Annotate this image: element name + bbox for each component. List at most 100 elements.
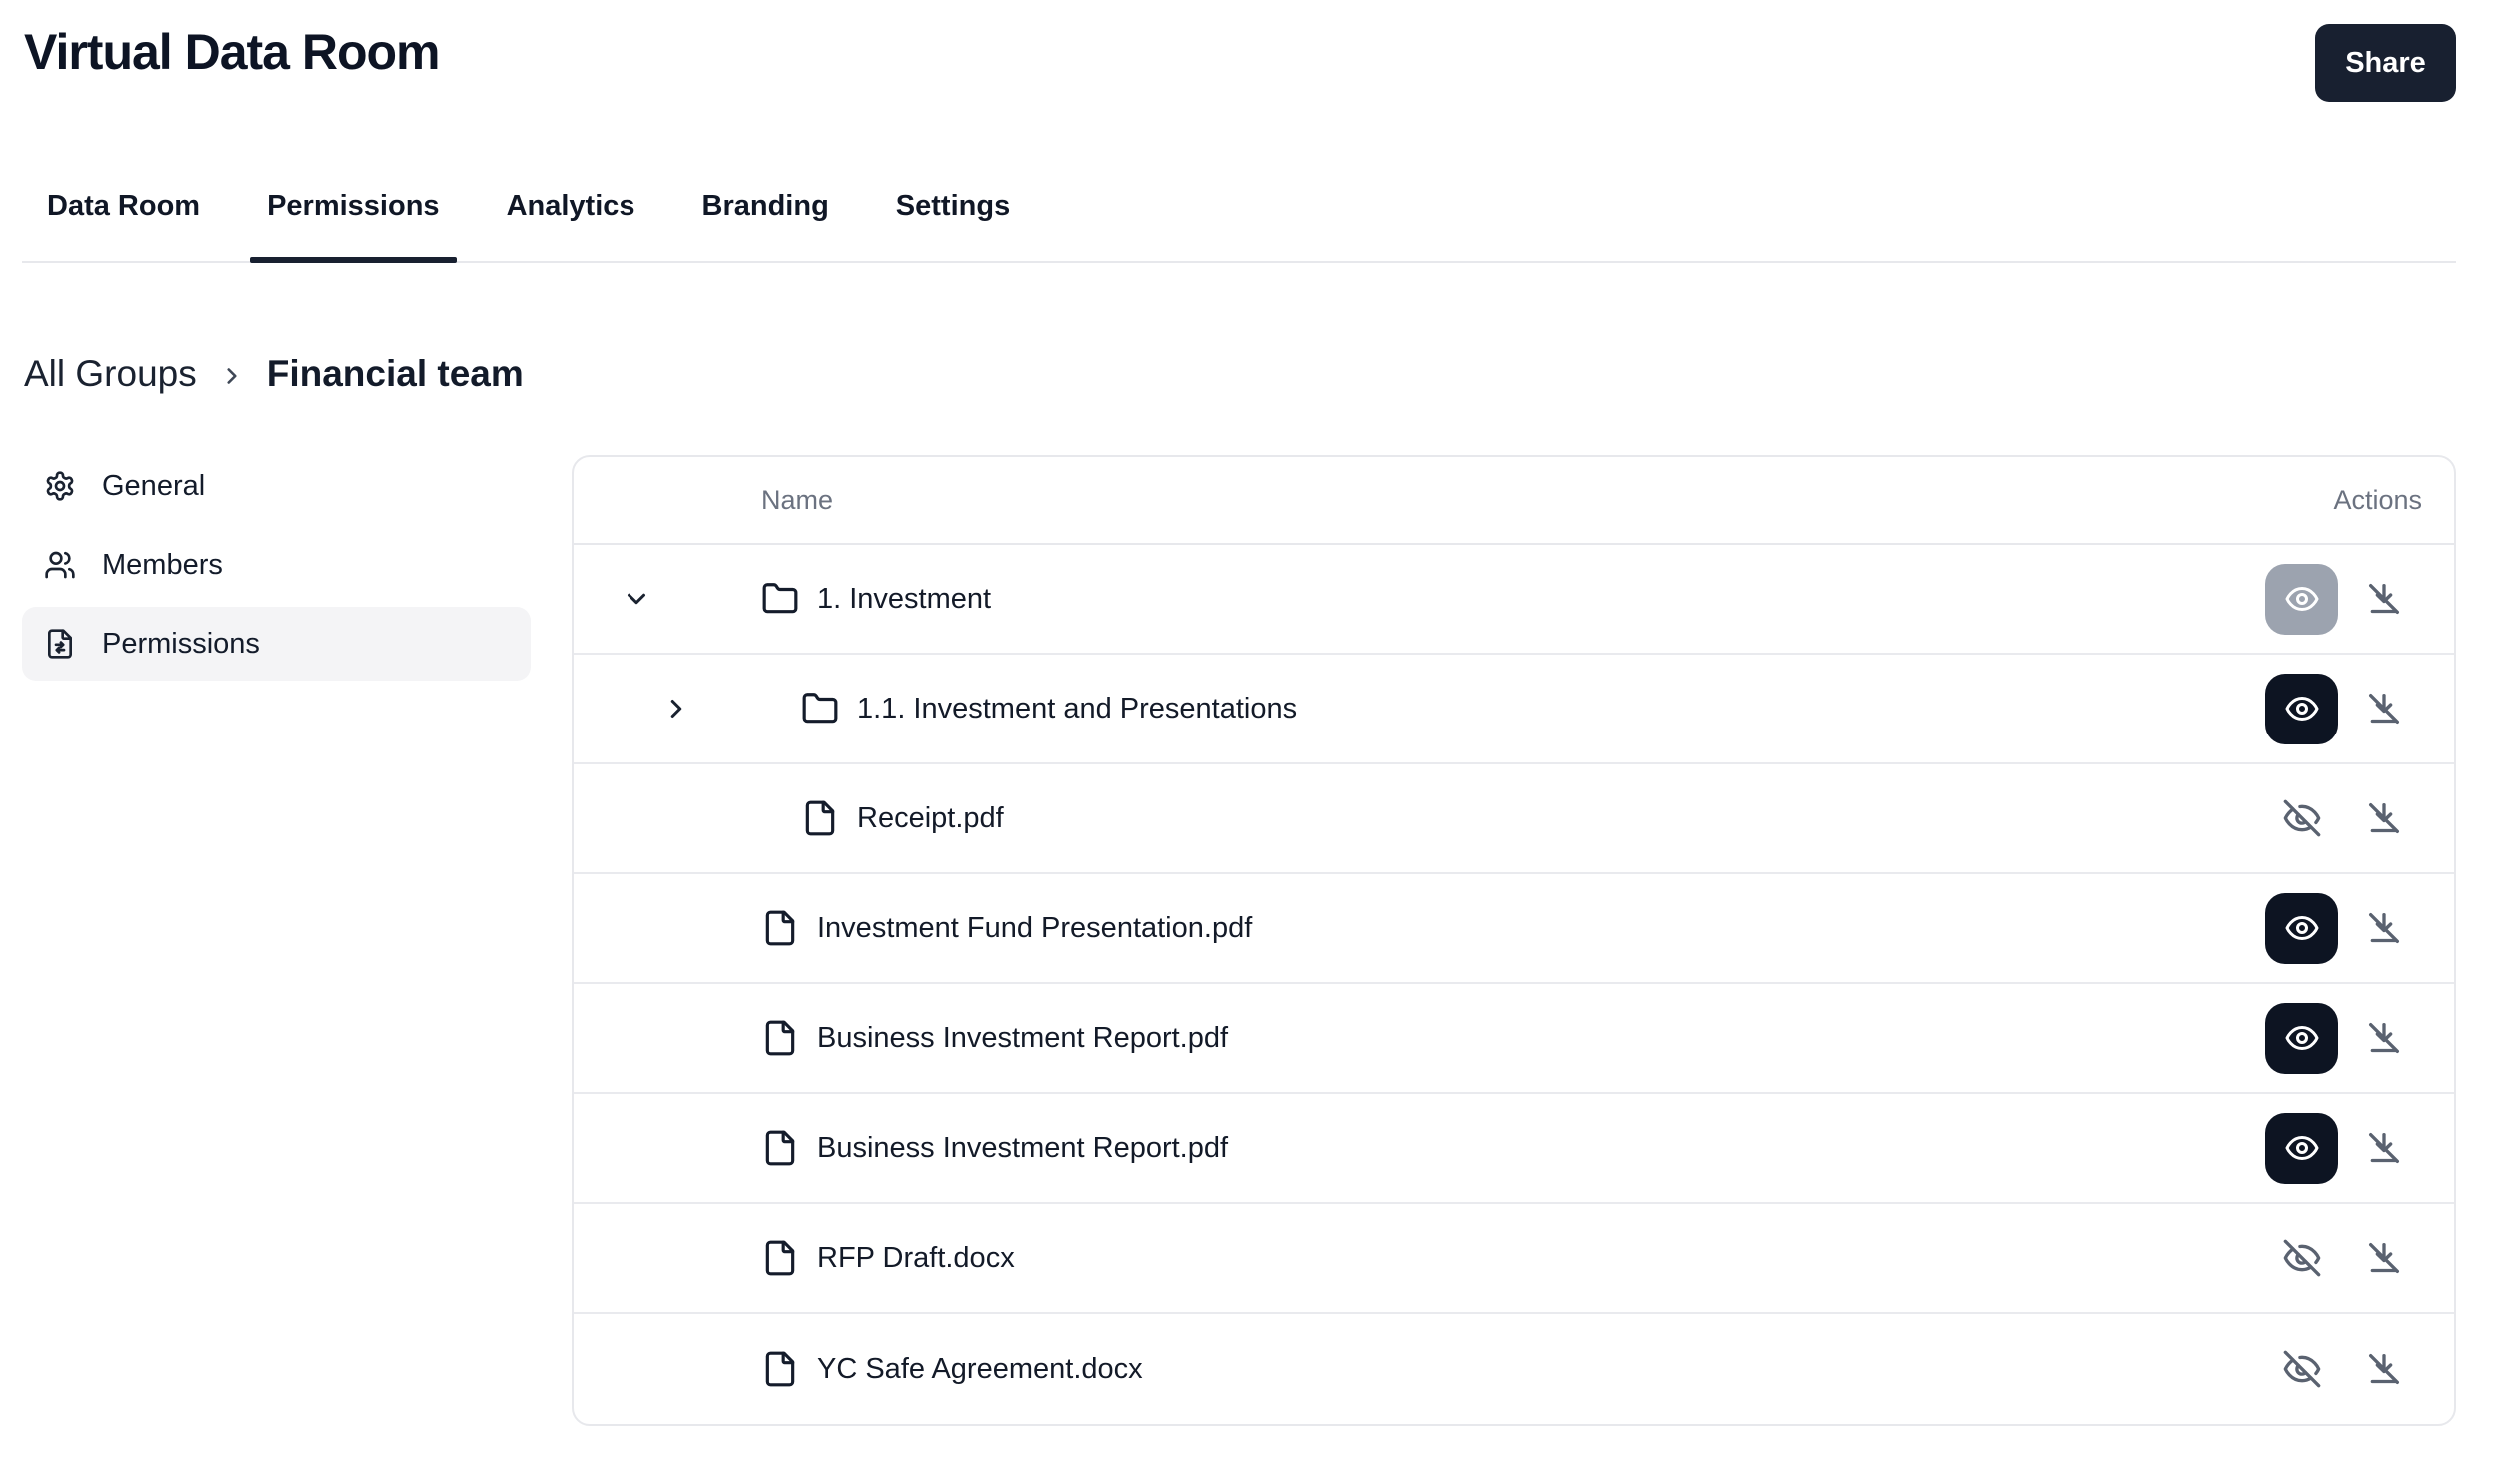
eye-icon <box>2284 691 2320 727</box>
download-denied-button[interactable] <box>2362 1349 2406 1389</box>
download-slash-icon <box>2364 1238 2404 1278</box>
table-row: YC Safe Agreement.docx <box>574 1314 2454 1424</box>
item-name: YC Safe Agreement.docx <box>817 1353 1143 1386</box>
table-row: 1. Investment <box>574 545 2454 655</box>
tab-permissions[interactable]: Permissions <box>250 190 456 261</box>
row-name-cell: Business Investment Report.pdf <box>574 1019 2265 1057</box>
tab-bar: Data Room Permissions Analytics Branding… <box>22 190 2456 263</box>
column-header-name: Name <box>574 485 833 516</box>
item-type-icon <box>761 1129 799 1167</box>
sidebar-item-label: Members <box>102 549 223 582</box>
folder-icon <box>801 690 839 728</box>
folder-icon <box>761 580 799 618</box>
view-allowed-button[interactable] <box>2265 1003 2338 1074</box>
item-name: Business Investment Report.pdf <box>817 1132 1228 1165</box>
item-type-icon <box>761 1019 799 1057</box>
file-icon <box>761 1129 799 1167</box>
download-denied-button[interactable] <box>2362 1018 2406 1058</box>
share-button[interactable]: Share <box>2315 24 2456 102</box>
sidebar-item-general[interactable]: General <box>22 449 531 523</box>
tab-settings[interactable]: Settings <box>879 190 1027 261</box>
download-slash-icon <box>2364 1018 2404 1058</box>
row-actions <box>2265 674 2454 744</box>
item-name: RFP Draft.docx <box>817 1242 1015 1275</box>
file-icon <box>761 1350 799 1388</box>
chevron-right-icon <box>219 363 245 389</box>
top-bar: Virtual Data Room Share <box>0 0 2520 102</box>
download-denied-button[interactable] <box>2362 689 2406 729</box>
item-name: Receipt.pdf <box>857 802 1004 835</box>
row-name-cell: Business Investment Report.pdf <box>574 1129 2265 1167</box>
view-allowed-button[interactable] <box>2265 564 2338 635</box>
file-transfer-icon <box>44 628 76 660</box>
row-actions <box>2265 564 2454 635</box>
item-type-icon <box>761 909 799 947</box>
item-name: Investment Fund Presentation.pdf <box>817 912 1252 945</box>
download-slash-icon <box>2364 1128 2404 1168</box>
tab-branding[interactable]: Branding <box>685 190 846 261</box>
download-denied-button[interactable] <box>2362 798 2406 838</box>
row-actions <box>2265 1334 2454 1405</box>
item-name: 1. Investment <box>817 583 991 616</box>
expand-toggle[interactable] <box>622 584 761 614</box>
eye-icon <box>2284 1130 2320 1166</box>
view-permission-slot <box>2265 1003 2338 1074</box>
table-row: Business Investment Report.pdf <box>574 984 2454 1094</box>
sidebar-item-permissions[interactable]: Permissions <box>22 607 531 681</box>
tab-analytics[interactable]: Analytics <box>490 190 652 261</box>
sidebar-item-members[interactable]: Members <box>22 528 531 602</box>
row-name-cell: 1.1. Investment and Presentations <box>574 690 2265 728</box>
table-row: RFP Draft.docx <box>574 1204 2454 1314</box>
permissions-table-body: 1. Investment <box>574 545 2454 1424</box>
main-area: General Members Permissions Name Actions <box>22 455 2456 1426</box>
download-denied-button[interactable] <box>2362 1128 2406 1168</box>
view-permission-slot <box>2265 1223 2338 1294</box>
file-icon <box>761 909 799 947</box>
view-permission-slot <box>2265 564 2338 635</box>
item-type-icon <box>761 580 799 618</box>
eye-off-icon <box>2282 1238 2322 1278</box>
table-row: 1.1. Investment and Presentations <box>574 655 2454 764</box>
breadcrumb-current-group: Financial team <box>267 353 524 395</box>
view-permission-slot <box>2265 783 2338 854</box>
view-denied-button[interactable] <box>2282 798 2322 838</box>
tab-data-room[interactable]: Data Room <box>30 190 217 261</box>
row-name-cell: Investment Fund Presentation.pdf <box>574 909 2265 947</box>
row-name-cell: Receipt.pdf <box>574 799 2265 837</box>
group-settings-sidebar: General Members Permissions <box>22 449 531 686</box>
view-permission-slot <box>2265 674 2338 744</box>
file-icon <box>801 799 839 837</box>
download-slash-icon <box>2364 908 2404 948</box>
download-slash-icon <box>2364 689 2404 729</box>
view-allowed-button[interactable] <box>2265 1113 2338 1184</box>
view-permission-slot <box>2265 1334 2338 1405</box>
view-denied-button[interactable] <box>2282 1349 2322 1389</box>
eye-icon <box>2284 581 2320 617</box>
table-header: Name Actions <box>574 457 2454 545</box>
eye-icon <box>2284 1020 2320 1056</box>
sidebar-item-label: Permissions <box>102 628 260 661</box>
item-type-icon <box>761 1350 799 1388</box>
item-type-icon <box>801 690 839 728</box>
view-denied-button[interactable] <box>2282 1238 2322 1278</box>
download-denied-button[interactable] <box>2362 908 2406 948</box>
page-title: Virtual Data Room <box>24 26 440 79</box>
view-allowed-button[interactable] <box>2265 674 2338 744</box>
chevron-right-icon <box>661 694 691 724</box>
row-actions <box>2265 1003 2454 1074</box>
row-actions <box>2265 1113 2454 1184</box>
download-denied-button[interactable] <box>2362 1238 2406 1278</box>
file-icon <box>761 1019 799 1057</box>
expand-toggle[interactable] <box>661 694 801 724</box>
eye-off-icon <box>2282 798 2322 838</box>
view-permission-slot <box>2265 1113 2338 1184</box>
item-type-icon <box>761 1239 799 1277</box>
sidebar-item-label: General <box>102 470 205 503</box>
download-denied-button[interactable] <box>2362 579 2406 619</box>
chevron-down-icon <box>622 584 651 614</box>
breadcrumb-all-groups[interactable]: All Groups <box>24 353 197 395</box>
row-actions <box>2265 783 2454 854</box>
permissions-table: Name Actions 1. Investment <box>572 455 2456 1426</box>
view-allowed-button[interactable] <box>2265 893 2338 964</box>
item-name: Business Investment Report.pdf <box>817 1022 1228 1055</box>
